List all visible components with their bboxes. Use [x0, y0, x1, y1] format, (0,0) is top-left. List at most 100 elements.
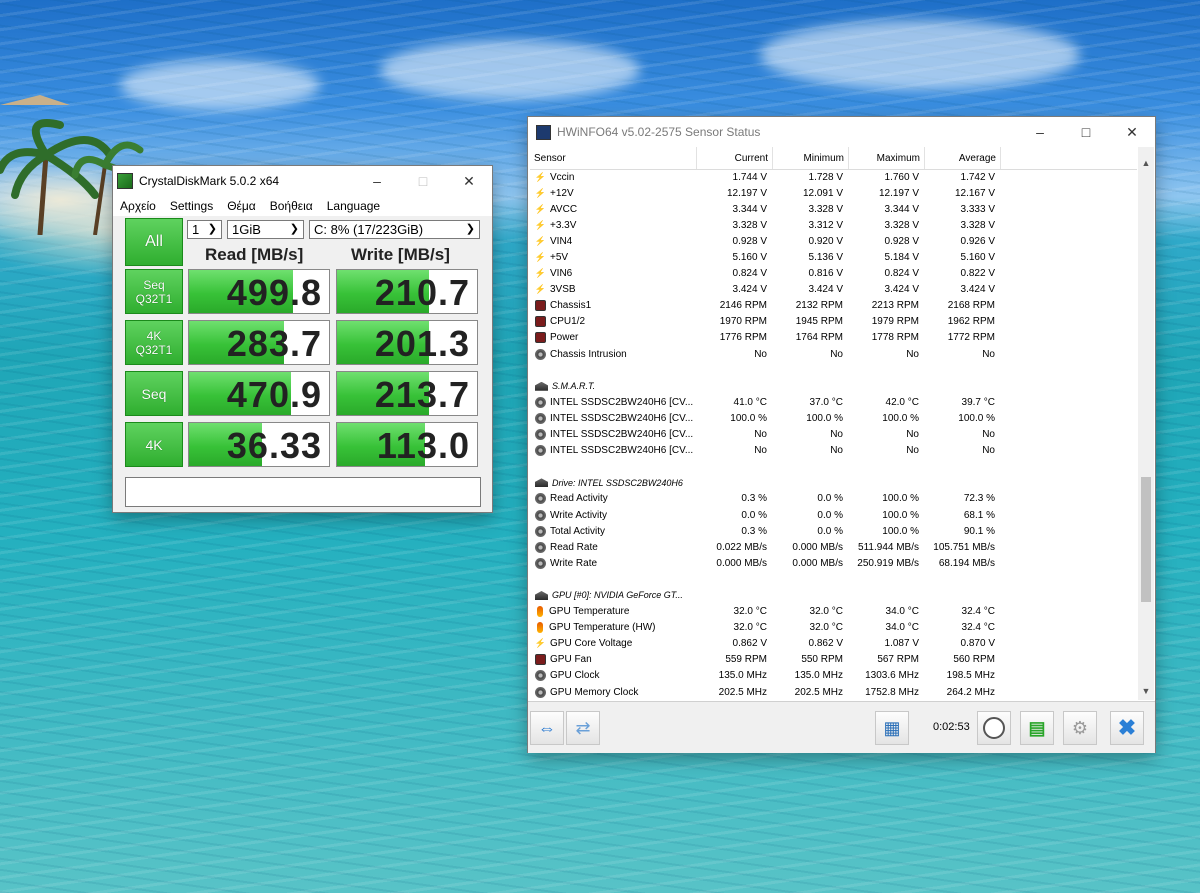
sensor-name: Chassis Intrusion	[550, 348, 627, 360]
sensor-cur-value: 202.5 MHz	[718, 686, 767, 698]
sensor-row[interactable]: Chassis Intrusion No No No No	[530, 346, 1137, 362]
sensor-avg-value: 100.0 %	[958, 412, 995, 424]
close-button[interactable]: ✕	[1109, 117, 1155, 147]
title-bar[interactable]: CrystalDiskMark 5.0.2 x64 – □ ✕	[113, 166, 492, 196]
voltage-icon: ⚡	[534, 284, 547, 295]
run-all-button[interactable]: All	[125, 218, 183, 266]
menu-file[interactable]: Αρχείο	[120, 199, 156, 213]
sensor-group-header[interactable]: Drive: INTEL SSDSC2BW240H6	[530, 475, 1137, 491]
sensor-group-header[interactable]: S.M.A.R.T.	[530, 378, 1137, 394]
close-button[interactable]: ✕	[446, 166, 492, 196]
gear-icon: ⚙	[1071, 717, 1089, 738]
sensor-row[interactable]: Write Activity 0.0 % 0.0 % 100.0 % 68.1 %	[530, 507, 1137, 523]
sensor-row[interactable]: GPU Temperature (HW) 32.0 °C 32.0 °C 34.0 °…	[530, 620, 1137, 636]
sensor-row[interactable]: ⚡ VIN6 0.824 V 0.816 V 0.824 V 0.822 V	[530, 266, 1137, 282]
minimize-button[interactable]: –	[1017, 117, 1063, 147]
col-average[interactable]: Average	[925, 147, 1001, 169]
voltage-icon: ⚡	[534, 252, 547, 263]
sensor-row[interactable]	[530, 459, 1137, 475]
col-maximum[interactable]: Maximum	[849, 147, 925, 169]
sensor-name-cell: Chassis1	[530, 300, 695, 312]
sensor-row[interactable]: ⚡ +3.3V 3.328 V 3.312 V 3.328 V 3.328 V	[530, 217, 1137, 233]
close-sensors-button[interactable]: ✖	[1110, 711, 1144, 745]
sensor-name: +12V	[550, 187, 574, 199]
sensor-row[interactable]: Write Rate 0.000 MB/s 0.000 MB/s 250.919 MB…	[530, 555, 1137, 571]
test-button-seq-q32t1[interactable]: Seq Q32T1	[125, 269, 183, 314]
write-value: 113.0	[376, 425, 470, 466]
sensor-name-cell: CPU1/2	[530, 316, 695, 328]
sensor-min-value: 37.0 °C	[809, 396, 843, 408]
col-sensor[interactable]: Sensor	[530, 147, 697, 169]
menu-theme[interactable]: Θέμα	[227, 199, 256, 213]
sensor-group-header[interactable]: GPU [#0]: NVIDIA GeForce GT...	[530, 587, 1137, 603]
sensor-row[interactable]: ⚡ VIN4 0.928 V 0.920 V 0.928 V 0.926 V	[530, 233, 1137, 249]
minimize-button[interactable]: –	[354, 166, 400, 196]
sensor-cur-value: 0.3 %	[741, 525, 767, 537]
sensor-min-value: 0.0 %	[817, 509, 843, 521]
scrollbar-thumb[interactable]	[1141, 477, 1151, 602]
menu-settings[interactable]: Settings	[170, 199, 213, 213]
status-box[interactable]	[125, 477, 481, 507]
sensor-row[interactable]: INTEL SSDSC2BW240H6 [CV... 41.0 °C 37.0 °C…	[530, 394, 1137, 410]
test-count-select[interactable]: 1 ❯	[187, 220, 222, 239]
sensor-row[interactable]: INTEL SSDSC2BW240H6 [CV... No No No No	[530, 427, 1137, 443]
collapse-arrows-button[interactable]: ⇄	[566, 711, 600, 745]
sensor-row[interactable]: CPU1/2 1970 RPM 1945 RPM 1979 RPM 1962 RPM	[530, 314, 1137, 330]
sensor-row[interactable]: GPU Memory Clock 202.5 MHz 202.5 MHz 1752.8…	[530, 684, 1137, 700]
scroll-down-arrow-icon[interactable]: ▼	[1138, 683, 1154, 699]
sensor-avg-value: 198.5 MHz	[946, 670, 995, 682]
sensor-cur-value: 0.3 %	[741, 493, 767, 505]
read-value: 470.9	[226, 374, 322, 415]
menu-language[interactable]: Language	[327, 199, 380, 213]
col-current[interactable]: Current	[697, 147, 773, 169]
maximize-button[interactable]: □	[400, 166, 446, 196]
sensor-max-value: 34.0 °C	[885, 606, 919, 618]
sensor-row[interactable]	[530, 362, 1137, 378]
test-label: 4K	[145, 436, 163, 453]
sensor-name: GPU Memory Clock	[550, 686, 639, 698]
sensor-cur-value: 3.424 V	[732, 284, 767, 296]
sensor-row[interactable]: Chassis1 2146 RPM 2132 RPM 2213 RPM 2168 RPM	[530, 298, 1137, 314]
expand-arrows-button[interactable]: ⇔	[530, 711, 564, 745]
test-button-4k-q32t1[interactable]: 4K Q32T1	[125, 320, 183, 365]
test-button-seq[interactable]: Seq	[125, 371, 183, 416]
sensor-min-value: 1.728 V	[808, 171, 843, 183]
clock-button[interactable]	[977, 711, 1011, 745]
drive-select[interactable]: C: 8% (17/223GiB) ❯	[309, 220, 480, 239]
test-count-value: 1	[192, 222, 200, 237]
sensor-min-value: 0.862 V	[808, 638, 843, 650]
menu-help[interactable]: Βοήθεια	[270, 199, 313, 213]
col-minimum[interactable]: Minimum	[773, 147, 849, 169]
test-button-4k[interactable]: 4K	[125, 422, 183, 467]
network-button[interactable]: ▦	[875, 711, 909, 745]
scroll-up-arrow-icon[interactable]: ▲	[1138, 155, 1154, 171]
drive-value: C: 8% (17/223GiB)	[314, 222, 424, 237]
sensor-row[interactable]: ⚡ Vccin 1.744 V 1.728 V 1.760 V 1.742 V	[530, 169, 1137, 185]
sensor-row[interactable]: Read Activity 0.3 % 0.0 % 100.0 % 72.3 %	[530, 491, 1137, 507]
sensor-row[interactable]: INTEL SSDSC2BW240H6 [CV... No No No No	[530, 443, 1137, 459]
sensor-row[interactable]: ⚡ +12V 12.197 V 12.091 V 12.197 V 12.167 V	[530, 185, 1137, 201]
sensor-gear-icon	[535, 686, 546, 698]
sensor-row[interactable]: INTEL SSDSC2BW240H6 [CV... 100.0 % 100.0 %…	[530, 410, 1137, 426]
title-bar[interactable]: HWiNFO64 v5.02-2575 Sensor Status – □ ✕	[528, 117, 1155, 147]
chevron-down-icon: ❯	[289, 223, 299, 235]
maximize-button[interactable]: □	[1063, 117, 1109, 147]
sensor-row[interactable]: GPU Clock 135.0 MHz 135.0 MHz 1303.6 MHz 198…	[530, 668, 1137, 684]
sensor-row[interactable]: Power 1776 RPM 1764 RPM 1778 RPM 1772 RPM	[530, 330, 1137, 346]
vertical-scrollbar[interactable]: ▲ ▼	[1138, 147, 1154, 700]
sensor-row[interactable]: ⚡ 3VSB 3.424 V 3.424 V 3.424 V 3.424 V	[530, 282, 1137, 298]
sensor-row[interactable]: Read Rate 0.022 MB/s 0.000 MB/s 511.944 MB/…	[530, 539, 1137, 555]
settings-button[interactable]: ⚙	[1063, 711, 1097, 745]
clock-icon	[983, 717, 1005, 739]
sensor-row[interactable]: GPU Fan 559 RPM 550 RPM 567 RPM 560 RPM	[530, 652, 1137, 668]
sensor-row[interactable]: Total Activity 0.3 % 0.0 % 100.0 % 90.1 %	[530, 523, 1137, 539]
sensor-row[interactable]: GPU Temperature 32.0 °C 32.0 °C 34.0 °C 32.4…	[530, 604, 1137, 620]
sensor-list[interactable]: ⚡ Vccin 1.744 V 1.728 V 1.760 V 1.742 V ⚡ +12V 1…	[530, 169, 1137, 700]
sensor-row[interactable]: ⚡ AVCC 3.344 V 3.328 V 3.344 V 3.333 V	[530, 201, 1137, 217]
sensor-row[interactable]: ⚡ +5V 5.160 V 5.136 V 5.184 V 5.160 V	[530, 249, 1137, 265]
test-size-select[interactable]: 1GiB ❯	[227, 220, 304, 239]
sensor-row[interactable]	[530, 571, 1137, 587]
log-button[interactable]: ▤	[1020, 711, 1054, 745]
sensor-row[interactable]: ⚡ GPU Core Voltage 0.862 V 0.862 V 1.087 V 0.…	[530, 636, 1137, 652]
sensor-min-value: 550 RPM	[801, 654, 843, 666]
